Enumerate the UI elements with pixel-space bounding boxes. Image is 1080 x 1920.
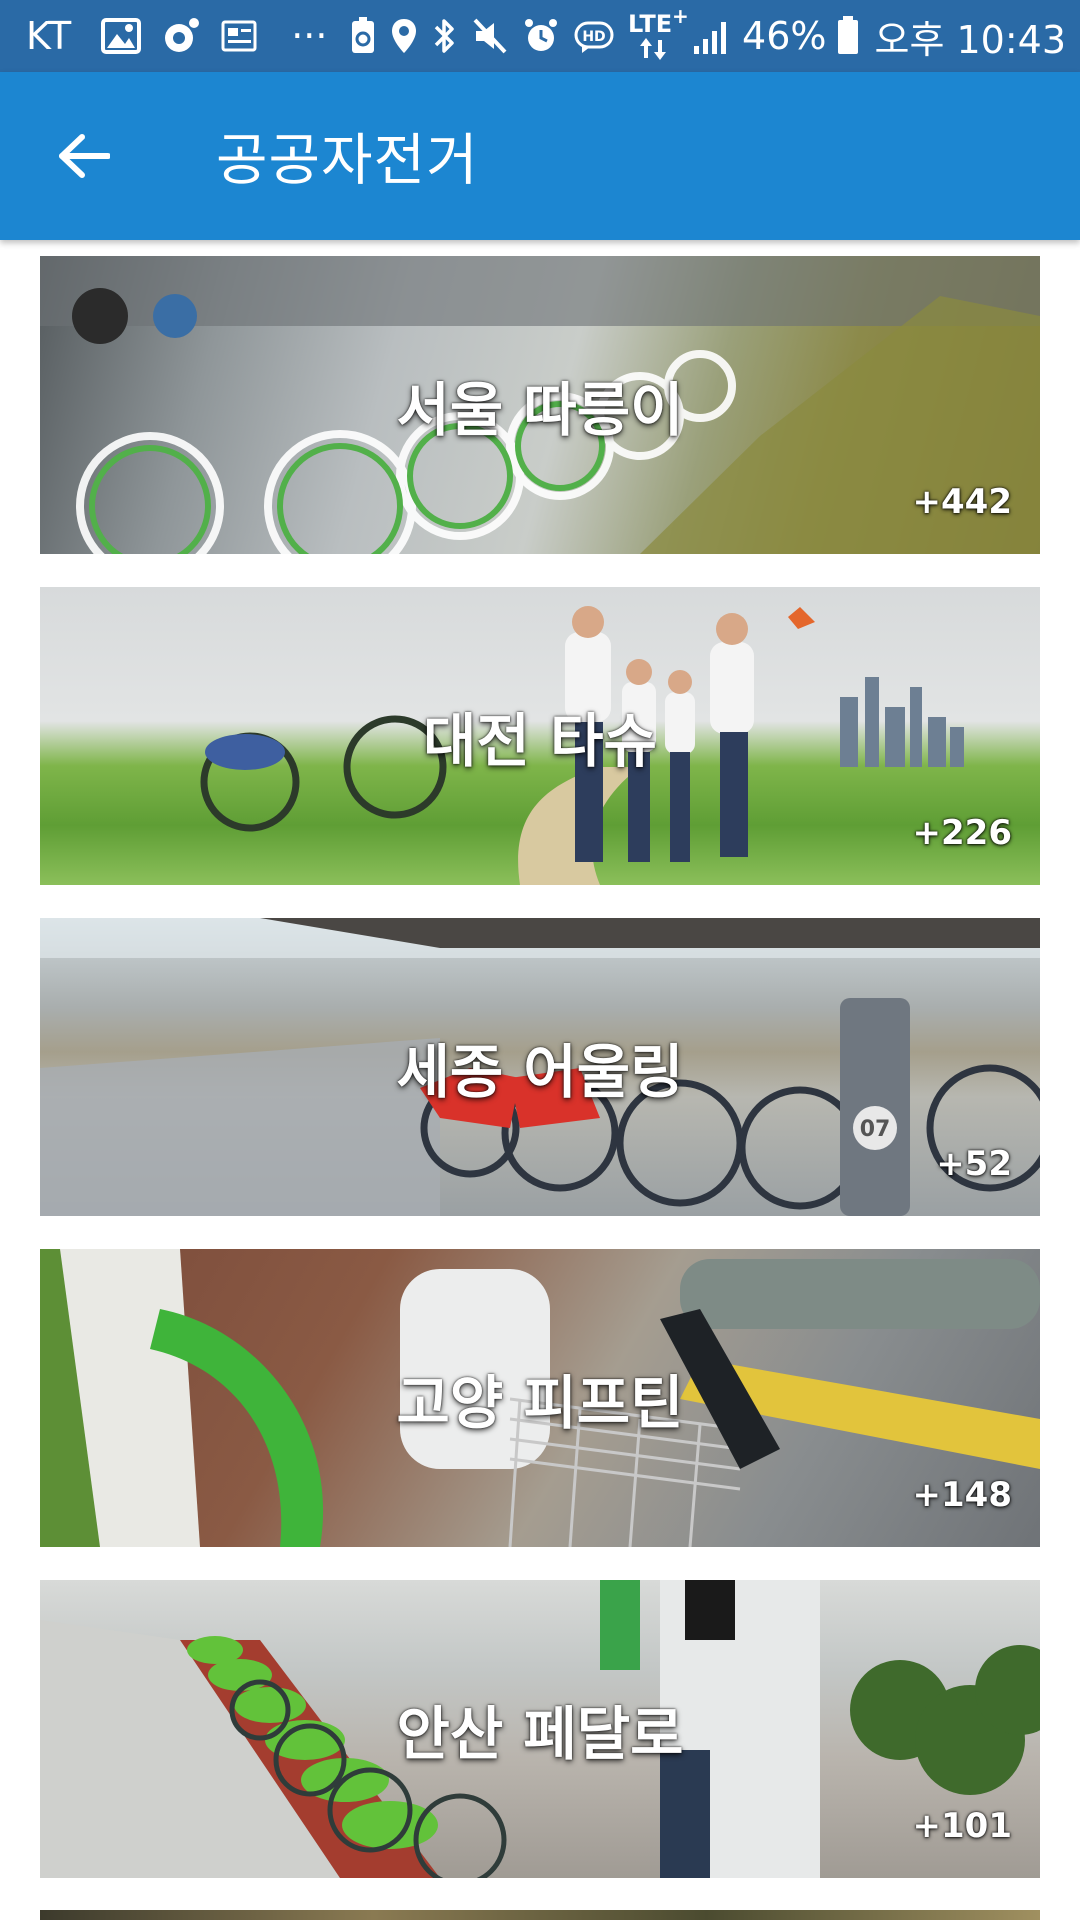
image-icon [101, 18, 142, 54]
news-icon [221, 20, 257, 52]
alarm-icon [522, 17, 560, 55]
card-title: 서울 따릉이 [396, 376, 684, 444]
battery-percent: 46% [742, 14, 827, 58]
svg-text:07: 07 [860, 1117, 891, 1142]
card-count: +148 [912, 1475, 1012, 1515]
mute-icon [472, 17, 508, 55]
card-count: +101 [912, 1806, 1012, 1846]
card-title: 세종 어울링 [396, 1038, 684, 1106]
page-title: 공공자전거 [216, 128, 479, 194]
signal-strength-icon [692, 18, 732, 54]
bike-card-ansan[interactable]: 안산 페달로 +101 [40, 1580, 1040, 1878]
network-plus-label: + [672, 4, 689, 28]
record-icon [161, 16, 201, 56]
card-count: +442 [912, 482, 1012, 522]
bike-card-seoul[interactable]: 서울 따릉이 +442 [40, 256, 1040, 554]
card-title: 대전 타슈 [423, 707, 657, 775]
network-type-label: LTE [628, 10, 673, 38]
bike-card-partial[interactable] [40, 1910, 1040, 1920]
data-activity-icon [640, 38, 667, 60]
back-button[interactable] [52, 124, 116, 188]
app-bar: 공공자전거 [0, 72, 1080, 240]
status-right: HD LTE + 46% 오후 10:43 [350, 4, 1066, 64]
bike-card-goyang[interactable]: 고양 피프틴 +148 [40, 1249, 1040, 1547]
hd-voice-icon: HD [574, 19, 614, 53]
carrier-label: KT [26, 14, 72, 58]
location-icon [390, 17, 418, 55]
bluetooth-icon [432, 17, 458, 55]
status-left: KT ··· [26, 14, 327, 58]
battery-icon [836, 16, 860, 56]
card-count: +52 [936, 1144, 1012, 1184]
card-title: 안산 페달로 [396, 1700, 684, 1768]
card-count: +226 [912, 813, 1012, 853]
svg-text:HD: HD [582, 29, 605, 45]
bike-card-sejong[interactable]: 07 세종 어울링 +52 [40, 918, 1040, 1216]
battery-saver-icon [350, 17, 376, 55]
network-type-indicator: LTE + [628, 4, 689, 64]
clock: 오후 10:43 [874, 17, 1066, 62]
arrow-back-icon [59, 134, 110, 178]
card-title: 고양 피프틴 [396, 1369, 684, 1437]
more-notifications-icon: ··· [291, 14, 328, 58]
status-bar: KT ··· HD LTE + 46% 오후 10:43 [0, 0, 1080, 72]
bike-card-daejeon[interactable]: 대전 타슈 +226 [40, 587, 1040, 885]
